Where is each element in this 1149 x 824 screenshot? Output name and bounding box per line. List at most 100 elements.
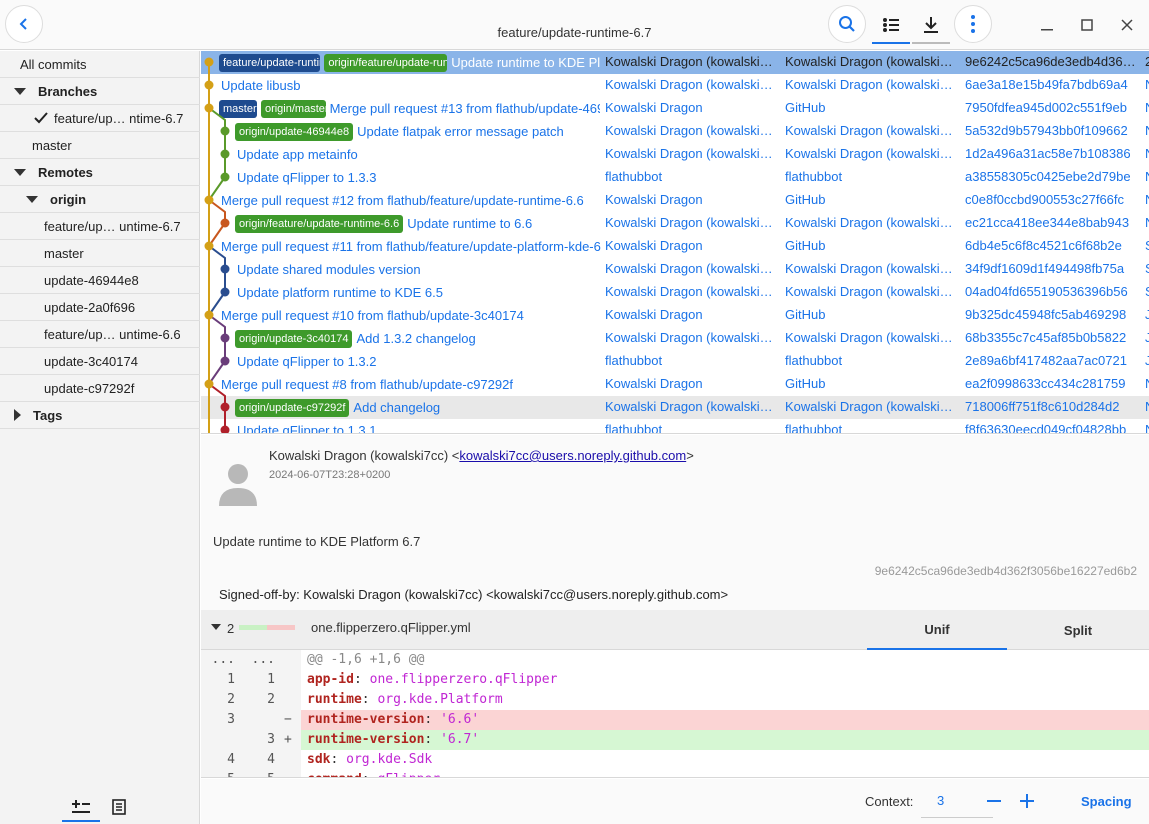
app-window: feature/update-runtime-6.7 All commits Br… (0, 0, 1149, 824)
fetch-button[interactable] (912, 8, 950, 44)
spacing-button[interactable]: Spacing (1081, 794, 1132, 809)
minimize-button[interactable] (1036, 14, 1058, 36)
sidebar-item[interactable]: feature/up… ntime-6.7 (0, 105, 200, 132)
commit-author: flathubbot (605, 353, 663, 368)
yaml-key: command (307, 772, 362, 777)
close-button[interactable] (1116, 14, 1138, 36)
commit-hash-cell: 2e89a6bf417482aa7ac0721 (965, 353, 1127, 368)
yaml-value: org.kde.Platform (377, 692, 503, 707)
commit-extra: 2 (1145, 54, 1149, 69)
old-line-number: 5 (201, 772, 235, 777)
commit-row[interactable]: Merge pull request #8 from flathub/updat… (201, 373, 1149, 396)
diff-code: @@ -1,6 +1,6 @@ (307, 652, 424, 667)
commit-message: Update qFlipper to 1.3.3 (237, 170, 377, 185)
commit-extra: N (1145, 146, 1149, 161)
sidebar-item[interactable]: Tags (0, 402, 200, 429)
commit-list-view-button[interactable] (872, 8, 910, 44)
maximize-button[interactable] (1076, 14, 1098, 36)
commit-committer: GitHub (785, 100, 826, 115)
sidebar-item[interactable]: update-46944e8 (0, 267, 200, 294)
sidebar-item-label: feature/up… ntime-6.7 (54, 110, 184, 126)
commit-hash-cell: 34f9df1609d1f494498fb75a (965, 261, 1125, 276)
ref-badge: feature/update-runtime-6.7 (219, 53, 321, 72)
changes-tab[interactable] (62, 792, 100, 822)
commit-row[interactable]: Update libusb Kowalski Dragon (kowalski7c… (201, 74, 1149, 97)
commit-row[interactable]: origin/update-3c40174 Add 1.3.2 changelog… (201, 327, 1149, 350)
expand-icon[interactable] (14, 168, 26, 176)
sidebar-item-label: update-46944e8 (44, 272, 139, 288)
decrease-context-button[interactable] (981, 789, 1007, 813)
commit-hash-cell: a38558305c0425ebe2d79be (965, 169, 1131, 184)
commit-row[interactable]: Merge pull request #10 from flathub/upda… (201, 304, 1149, 327)
commit-row[interactable]: Update platform runtime to KDE 6.5 Kowals… (201, 281, 1149, 304)
unified-tab[interactable]: Unif (867, 610, 1007, 650)
commit-row[interactable]: Update shared modules version Kowalski Dr… (201, 258, 1149, 281)
commit-committer: GitHub (785, 307, 826, 322)
commit-author: flathubbot (605, 422, 663, 434)
split-tab[interactable]: Split (1008, 610, 1148, 650)
collapse-file-toggle[interactable] (211, 624, 221, 630)
collapse-icon[interactable] (14, 409, 21, 421)
document-icon (112, 799, 126, 815)
expand-icon[interactable] (14, 87, 26, 95)
commit-row[interactable]: Merge pull request #12 from flathub/feat… (201, 189, 1149, 212)
expand-icon[interactable] (26, 195, 38, 203)
yaml-key: runtime-version (307, 712, 425, 727)
commit-row[interactable]: Update app metainfo Kowalski Dragon (kowa… (201, 143, 1149, 166)
sidebar-item[interactable]: origin (0, 186, 200, 213)
commit-list: feature/update-runtime-6.7 origin/feature… (201, 51, 1149, 434)
search-button[interactable] (828, 5, 866, 43)
sidebar-item[interactable]: feature/up… untime-6.6 (0, 321, 200, 348)
sidebar-item-label: Tags (33, 407, 63, 423)
commit-message-cell: Update qFlipper to 1.3.1 (237, 420, 618, 433)
sidebar: All commits Branches feature/up… ntime-6.7… (0, 51, 200, 824)
diff-filename: one.flipperzero.qFlipper.yml (311, 620, 471, 635)
sidebar-item[interactable]: update-2a0f696 (0, 294, 200, 321)
commit-hash-cell: 5a532d9b57943bb0f109662 (965, 123, 1128, 138)
commit-extra: J (1145, 353, 1149, 368)
ref-badge: origin/feature/update-runtime-6.6 (235, 214, 404, 233)
sidebar-item[interactable]: update-c97292f (0, 375, 200, 402)
commit-extra: N (1145, 399, 1149, 414)
commit-row[interactable]: Merge pull request #11 from flathub/feat… (201, 235, 1149, 258)
commit-hash-cell: 1d2a496a31ac58e7b108386 (965, 146, 1131, 161)
commit-hash-cell: 6ae3a18e15b49fa7bdb69a4 (965, 77, 1128, 92)
commit-message-cell: Merge pull request #12 from flathub/feat… (221, 190, 602, 211)
commit-row[interactable]: origin/feature/update-runtime-6.6 Update … (201, 212, 1149, 235)
commit-row[interactable]: origin/update-46944e8 Update flatpak erro… (201, 120, 1149, 143)
commit-hash-cell: 7950fdfea945d002c551f9eb (965, 100, 1127, 115)
commit-row[interactable]: Update qFlipper to 1.3.3 flathubbot flathu… (201, 166, 1149, 189)
commit-row[interactable]: master origin/master Merge pull request #1… (201, 97, 1149, 120)
sidebar-item[interactable]: master (0, 240, 200, 267)
commit-message: Update flatpak error message patch (357, 124, 564, 139)
yaml-value: '6.7' (440, 732, 480, 747)
sidebar-item[interactable]: master (0, 132, 200, 159)
old-line-number: 3 (227, 712, 235, 727)
commit-row[interactable]: feature/update-runtime-6.7origin/feature… (201, 51, 1149, 74)
new-line-number: 1 (267, 672, 275, 687)
commit-row[interactable]: origin/update-c97292f Add changelog Kowals… (201, 396, 1149, 419)
commit-hash[interactable]: 9e6242c5ca96de3edb4d362f3056be16227ed6b2 (875, 564, 1137, 578)
commit-extra: N (1145, 123, 1149, 138)
diff-code: sdk: org.kde.Sdk (307, 752, 433, 767)
commit-message: Update platform runtime to KDE 6.5 (237, 285, 443, 300)
commit-row[interactable]: Update qFlipper to 1.3.2 flathubbot flathu… (201, 350, 1149, 373)
commit-message: Update qFlipper to 1.3.2 (237, 354, 377, 369)
commit-extra: S (1145, 238, 1149, 253)
author-email-link[interactable]: kowalski7cc@users.noreply.github.com (459, 448, 686, 463)
sidebar-item[interactable]: update-3c40174 (0, 348, 200, 375)
increase-context-button[interactable] (1014, 789, 1040, 813)
sidebar-item[interactable]: feature/up… untime-6.7 (0, 213, 200, 240)
commit-row[interactable]: Update qFlipper to 1.3.1 flathubbot flathu… (201, 419, 1149, 434)
files-tab[interactable] (100, 792, 138, 822)
sidebar-item[interactable]: Remotes (0, 159, 200, 186)
old-line-number: 1 (227, 672, 235, 687)
commit-extra: J (1145, 307, 1149, 322)
diff-code: runtime: org.kde.Platform (307, 692, 503, 707)
commit-message-cell: origin/update-3c40174 Add 1.3.2 changelog (235, 328, 616, 349)
menu-button[interactable] (954, 5, 992, 43)
diff-code: runtime-version: '6.6' (307, 712, 480, 727)
sidebar-item[interactable]: Branches (0, 78, 200, 105)
commit-committer: Kowalski Dragon (kowalski7cc) (785, 261, 955, 276)
sidebar-item[interactable]: All commits (0, 51, 200, 78)
